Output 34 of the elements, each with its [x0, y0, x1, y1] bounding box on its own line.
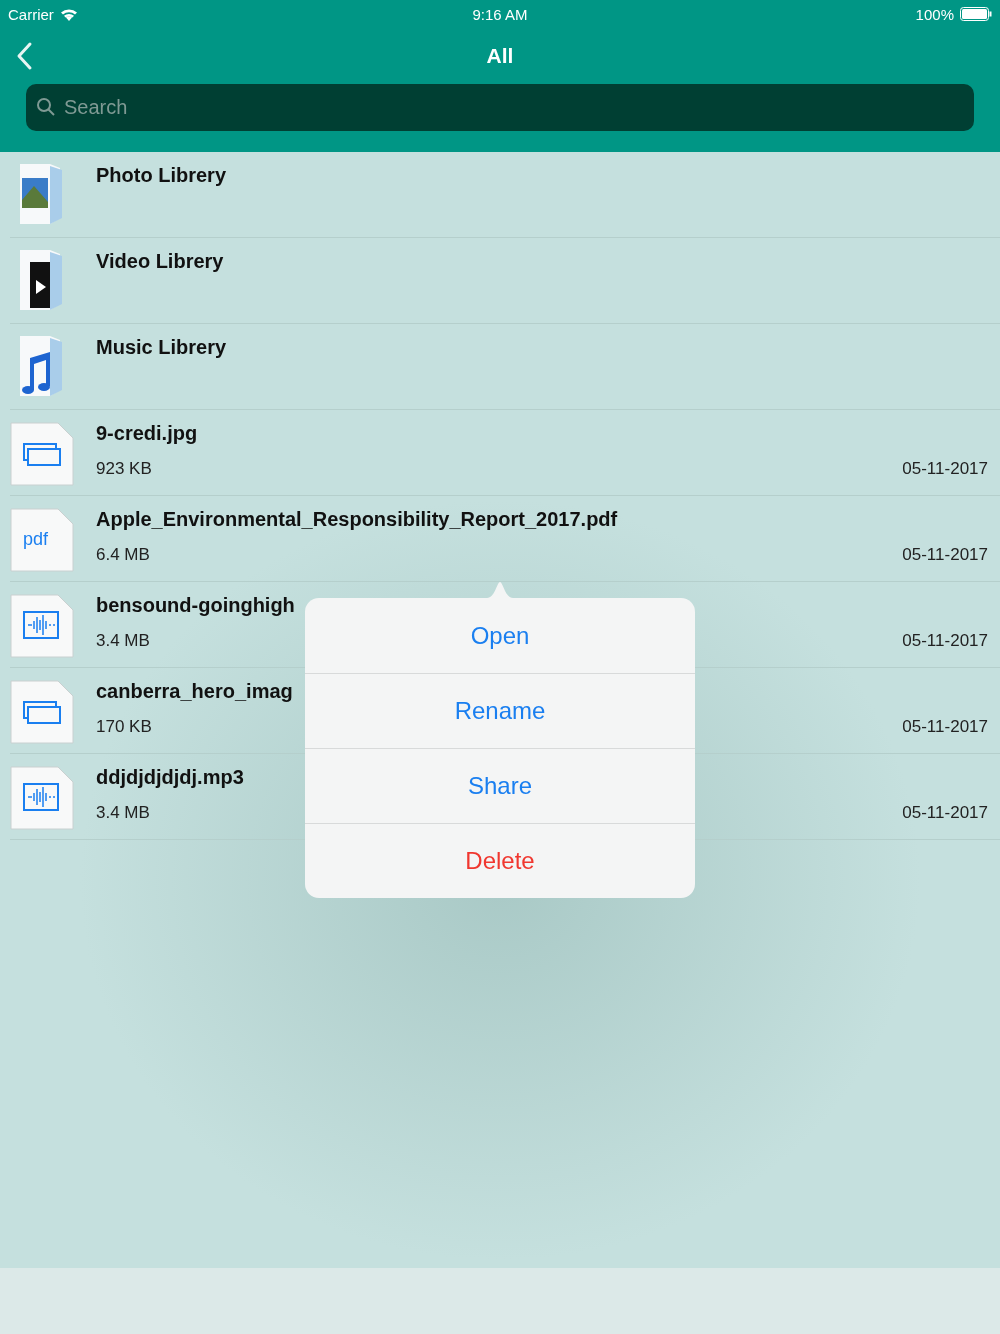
- file-name: ddjdjdjdjdj.mp3: [96, 766, 244, 789]
- nav-title: All: [486, 44, 514, 68]
- file-name: Photo Librery: [96, 164, 226, 187]
- file-size: 3.4 MB: [96, 803, 150, 823]
- file-date: 05-11-2017: [902, 717, 988, 737]
- action-button[interactable]: Open: [305, 598, 695, 673]
- file-date: 05-11-2017: [902, 459, 988, 479]
- file-name: Music Librery: [96, 336, 227, 359]
- audio-file-icon: [10, 766, 74, 830]
- audio-file-icon: [10, 594, 74, 658]
- image-file-icon: [10, 680, 74, 744]
- action-button[interactable]: Rename: [305, 673, 695, 748]
- action-button[interactable]: Share: [305, 748, 695, 823]
- carrier-label: Carrier: [8, 5, 54, 23]
- image-file-icon: [10, 422, 74, 486]
- wifi-icon: [59, 7, 78, 21]
- file-size: 170 KB: [96, 717, 152, 737]
- file-name: 9-credi.jpg: [96, 422, 198, 445]
- file-size: 6.4 MB: [96, 545, 150, 565]
- search-field[interactable]: Search: [26, 84, 974, 131]
- battery-icon: [960, 7, 992, 21]
- clock: 9:16 AM: [472, 5, 528, 23]
- file-name: Apple_Environmental_Responsibility_Report_2017.pdf: [96, 508, 618, 531]
- file-date: 05-11-2017: [902, 545, 988, 565]
- action-button[interactable]: Delete: [305, 823, 695, 898]
- battery-percentage: 100%: [915, 5, 954, 23]
- document-icon: pdf: [10, 508, 74, 572]
- file-name: Video Librery: [96, 250, 224, 273]
- file-date: 05-11-2017: [902, 631, 988, 651]
- file-size: 923 KB: [96, 459, 152, 479]
- file-size: 3.4 MB: [96, 631, 150, 651]
- file-name: canberra_hero_imag: [96, 680, 293, 703]
- file-name: bensound-goinghigh: [96, 594, 295, 617]
- file-date: 05-11-2017: [902, 803, 988, 823]
